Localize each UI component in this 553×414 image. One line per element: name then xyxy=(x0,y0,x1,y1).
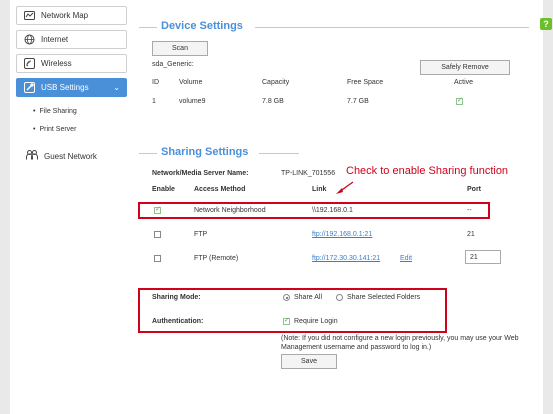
column-header-free-space: Free Space xyxy=(347,79,384,86)
cell-volume: volume9 xyxy=(179,98,206,105)
server-name-label: Network/Media Server Name: xyxy=(152,170,249,177)
enable-network-neighborhood-checkbox[interactable] xyxy=(154,205,161,214)
ftp-remote-link[interactable]: ftp://172.30.30.141:21 xyxy=(312,255,380,262)
cell-access-method: FTP xyxy=(194,231,208,238)
cell-link: \\192.168.0.1 xyxy=(312,207,353,214)
device-name: sda_Generic: xyxy=(152,61,194,68)
annotation-text: Check to enable Sharing function xyxy=(346,165,509,177)
login-note: (Note: If you did not configure a new lo… xyxy=(281,335,519,351)
edit-link[interactable]: Edit xyxy=(400,255,412,262)
globe-icon xyxy=(24,34,35,45)
sidebar-item-guest-network[interactable]: Guest Network xyxy=(26,150,97,162)
share-all-radio[interactable] xyxy=(283,294,290,301)
divider xyxy=(259,153,299,154)
column-header-access-method: Access Method xyxy=(194,186,246,193)
network-map-icon xyxy=(24,10,35,21)
cell-port: 21 xyxy=(467,231,475,238)
column-header-id: ID xyxy=(152,79,159,86)
require-login-checkbox[interactable] xyxy=(283,316,290,325)
divider xyxy=(255,27,529,28)
sidebar-item-internet[interactable]: Internet xyxy=(16,30,127,49)
authentication-label: Authentication: xyxy=(152,318,204,325)
column-header-capacity: Capacity xyxy=(262,79,290,86)
sidebar-item-label: Network Map xyxy=(41,11,89,20)
sharing-settings-title: Sharing Settings xyxy=(161,146,249,158)
cell-capacity: 7.8 GB xyxy=(262,98,284,105)
scan-button[interactable]: Scan xyxy=(152,41,208,56)
sidebar: Network Map Internet Wireless USB Settin… xyxy=(10,0,131,414)
sidebar-item-usb-settings[interactable]: USB Settings ⌄ xyxy=(16,78,127,97)
active-checkbox[interactable] xyxy=(456,96,463,105)
sidebar-item-label: USB Settings xyxy=(41,83,89,92)
cell-free-space: 7.7 GB xyxy=(347,98,369,105)
ftp-remote-port-input[interactable]: 21 xyxy=(465,250,501,264)
guest-network-icon xyxy=(26,150,38,162)
cell-id: 1 xyxy=(152,98,156,105)
ftp-link[interactable]: ftp://192.168.0.1:21 xyxy=(312,231,372,238)
sidebar-item-network-map[interactable]: Network Map xyxy=(16,6,127,25)
usb-icon xyxy=(24,82,35,93)
cell-access-method: FTP (Remote) xyxy=(194,255,239,262)
divider xyxy=(139,153,157,154)
sidebar-subitem-file-sharing[interactable]: File Sharing xyxy=(33,108,76,115)
main-panel: Device Settings Scan sda_Generic: Safely… xyxy=(131,0,543,414)
enable-ftp-checkbox[interactable] xyxy=(154,231,161,238)
share-all-label: Share All xyxy=(294,294,323,301)
sidebar-item-label: Internet xyxy=(41,35,69,44)
column-header-link: Link xyxy=(312,186,327,193)
column-header-active: Active xyxy=(454,79,474,86)
save-button[interactable]: Save xyxy=(281,354,337,369)
sidebar-subitem-print-server[interactable]: Print Server xyxy=(33,126,76,133)
column-header-port: Port xyxy=(467,186,481,193)
sidebar-item-wireless[interactable]: Wireless xyxy=(16,54,127,73)
chevron-down-icon: ⌄ xyxy=(113,83,120,92)
column-header-volume: Volume xyxy=(179,79,203,86)
sharing-mode-label: Sharing Mode: xyxy=(152,294,201,301)
wireless-icon xyxy=(24,58,35,69)
divider xyxy=(139,27,157,28)
cell-access-method: Network Neighborhood xyxy=(194,207,266,214)
share-selected-folders-radio[interactable] xyxy=(336,294,343,301)
cell-port: -- xyxy=(467,207,472,214)
help-icon[interactable]: ? xyxy=(540,18,552,30)
sidebar-item-label: Wireless xyxy=(41,59,72,68)
device-settings-title: Device Settings xyxy=(161,20,243,32)
require-login-label: Require Login xyxy=(294,318,338,325)
column-header-enable: Enable xyxy=(152,186,175,193)
safely-remove-button[interactable]: Safely Remove xyxy=(420,60,510,75)
share-selected-folders-label: Share Selected Folders xyxy=(347,294,421,301)
annotation-arrow-icon xyxy=(336,181,354,194)
server-name-value: TP-LINK_701556 xyxy=(281,170,336,177)
enable-ftp-remote-checkbox[interactable] xyxy=(154,255,161,262)
sidebar-item-label: Guest Network xyxy=(44,151,97,161)
